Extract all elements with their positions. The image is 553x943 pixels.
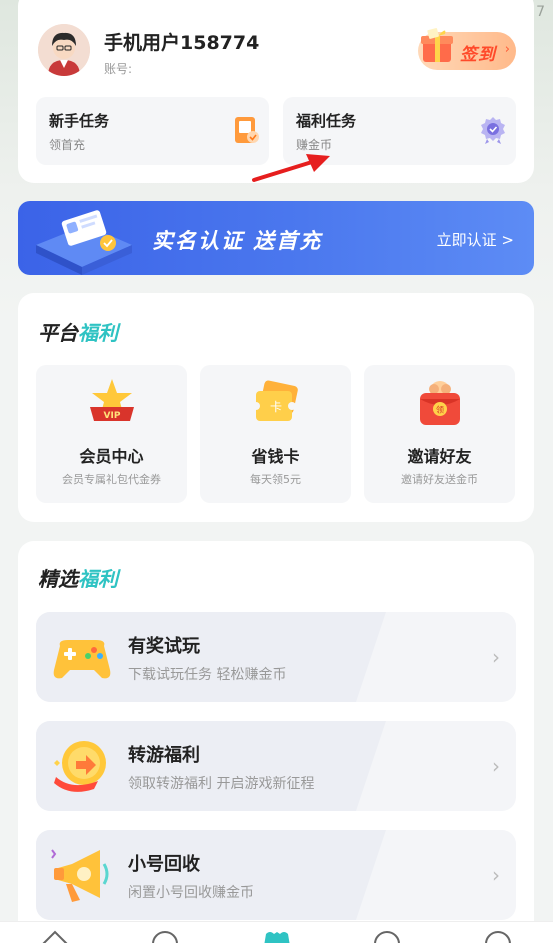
section-title-accent: 福利 — [78, 321, 118, 345]
chevron-right-icon: › — [492, 645, 500, 669]
saving-card-item[interactable]: 卡 省钱卡 每天领5元 — [200, 365, 351, 503]
chevron-right-icon: › — [504, 42, 510, 57]
invite-friends-item[interactable]: 领 邀请好友 邀请好友送金币 — [364, 365, 515, 503]
chevron-right-icon: › — [492, 754, 500, 778]
megaphone-icon — [51, 849, 109, 902]
account-label: 账号: — [104, 62, 133, 76]
gift-box-icon — [421, 28, 453, 62]
item-name: 转游福利 — [128, 745, 200, 766]
banner-title: 实名认证 送首充 — [152, 229, 323, 253]
item-name: 邀请好友 — [407, 447, 472, 466]
svg-text:领: 领 — [436, 405, 444, 415]
item-name: 有奖试玩 — [128, 636, 200, 657]
item-desc: 邀请好友送金币 — [401, 473, 478, 486]
username: 手机用户158774 — [104, 32, 260, 54]
reward-trial-item[interactable]: 有奖试玩 下载试玩任务 轻松赚金币 › — [36, 612, 516, 702]
svg-text:VIP: VIP — [103, 411, 120, 421]
game-icon[interactable] — [150, 928, 180, 943]
trade-icon[interactable] — [372, 928, 402, 943]
task-subtitle: 领首充 — [49, 138, 86, 152]
coin-swap-icon — [54, 741, 106, 792]
signin-label: 签到 — [460, 45, 496, 65]
bottom-nav — [0, 921, 553, 943]
welfare-icon[interactable] — [262, 928, 292, 943]
newbie-task-card[interactable]: 新手任务 领首充 — [36, 97, 269, 165]
transfer-game-item[interactable]: 转游福利 领取转游福利 开启游戏新征程 › — [36, 721, 516, 811]
real-name-banner[interactable]: 实名认证 送首充 立即认证 > — [18, 201, 534, 275]
home-icon[interactable] — [40, 928, 70, 943]
task-title: 福利任务 — [296, 112, 357, 130]
signin-button[interactable]: 签到 › — [418, 28, 516, 70]
avatar[interactable] — [38, 24, 90, 76]
section-title-accent: 福利 — [78, 567, 118, 591]
verify-now-link[interactable]: 立即认证 > — [437, 229, 514, 250]
account-recycle-item[interactable]: 小号回收 闲置小号回收赚金币 › — [36, 830, 516, 920]
item-desc: 领取转游福利 开启游戏新征程 — [128, 776, 315, 792]
red-arrow-annotation — [252, 154, 330, 182]
chevron-right-icon: › — [492, 863, 500, 887]
section-title: 平台福利 — [38, 317, 118, 346]
task-subtitle: 赚金币 — [296, 138, 333, 152]
item-name: 省钱卡 — [251, 447, 300, 466]
ticket-card-icon: 卡 — [251, 380, 298, 421]
section-title: 精选福利 — [38, 563, 118, 592]
item-desc: 下载试玩任务 轻松赚金币 — [128, 667, 287, 683]
item-desc: 会员专属礼包代金券 — [62, 473, 161, 486]
badge-icon — [481, 117, 505, 144]
gamepad-icon — [53, 640, 111, 679]
status-bar-digit: 7 — [536, 4, 545, 20]
task-title: 新手任务 — [49, 112, 110, 130]
svg-text:卡: 卡 — [269, 400, 281, 414]
section-title-prefix: 平台 — [38, 321, 78, 345]
vip-crown-icon: VIP — [89, 379, 134, 421]
red-envelope-icon: 领 — [419, 381, 460, 425]
id-card-icon — [36, 210, 132, 275]
item-name: 会员中心 — [79, 447, 144, 466]
item-name: 小号回收 — [128, 854, 200, 875]
item-desc: 闲置小号回收赚金币 — [128, 885, 254, 901]
profile-icon[interactable] — [483, 928, 513, 943]
platform-benefits-card: 平台福利 VIP 会员中心 会员专属礼包代金券 卡 省钱卡 每天领5元 领 邀请… — [18, 293, 534, 522]
section-title-prefix: 精选 — [38, 567, 78, 591]
phone-card-icon — [235, 117, 259, 143]
vip-center-item[interactable]: VIP 会员中心 会员专属礼包代金券 — [36, 365, 187, 503]
item-desc: 每天领5元 — [250, 473, 301, 486]
featured-benefits-card: 精选福利 有奖试玩 下载试玩任务 轻松赚金币 › 转游福利 领取转游福利 开启游… — [18, 541, 534, 943]
